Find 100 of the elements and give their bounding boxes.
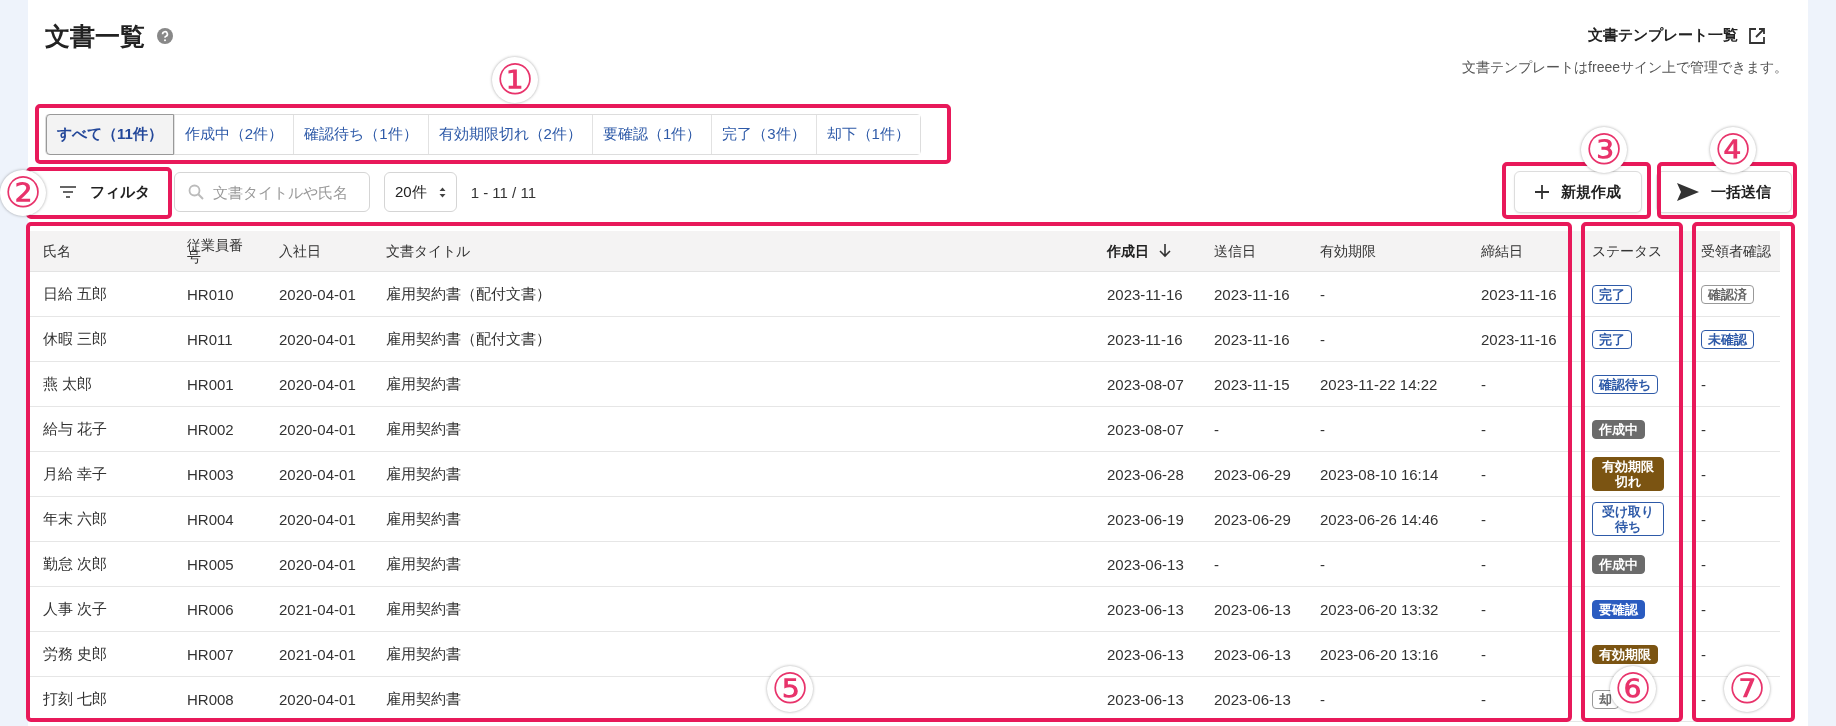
table-cell: 雇用契約書: [386, 374, 461, 394]
table-cell: -: [1481, 420, 1486, 438]
table-cell: 2023-06-13: [1214, 600, 1291, 618]
table-cell: 2023-06-20 13:16: [1320, 645, 1439, 663]
column-header[interactable]: 文書タイトル: [386, 244, 470, 258]
table-cell: 雇用契約書: [386, 644, 461, 664]
table-cell: 2023-06-28: [1107, 465, 1184, 483]
table-cell: 2023-08-07: [1107, 420, 1184, 438]
table-cell: 月給 幸子: [43, 464, 108, 484]
table-cell: 2023-08-07: [1107, 375, 1184, 393]
table-cell: HR003: [187, 465, 234, 483]
table-cell: 勤怠 次郎: [43, 554, 108, 574]
table-cell: HR011: [187, 330, 233, 348]
new-document-button[interactable]: 新規作成: [1514, 171, 1642, 213]
table-cell: HR010: [187, 285, 234, 303]
table-cell: 2020-04-01: [279, 330, 356, 348]
receipt-badge: 未確認: [1701, 329, 1754, 349]
table-cell: -: [1701, 420, 1706, 438]
search-field[interactable]: 文書タイトルや氏名: [174, 172, 370, 212]
table-cell: 燕 太郎: [43, 374, 93, 394]
page-range: 1 - 11 / 11: [470, 183, 536, 201]
external-link-icon: [1748, 26, 1766, 45]
table-cell: 雇用契約書: [386, 599, 461, 619]
column-header[interactable]: 送信日: [1214, 244, 1256, 258]
table-cell: HR007: [187, 645, 234, 663]
table-cell: 打刻 七郎: [43, 689, 108, 709]
table-cell: -: [1701, 510, 1706, 528]
filter-tab[interactable]: 却下（1件）: [815, 115, 920, 154]
table-cell: 給与 花子: [43, 419, 108, 439]
table-cell: 2021-04-01: [279, 645, 356, 663]
table-cell: HR008: [187, 690, 234, 708]
table-cell: 2023-06-13: [1107, 555, 1184, 573]
filter-icon: [60, 186, 76, 198]
status-badge: 確認待ち: [1592, 374, 1658, 394]
table-cell: -: [1481, 600, 1486, 618]
table-cell: 労務 史郎: [43, 644, 108, 664]
table-cell: 2023-06-19: [1107, 510, 1184, 528]
table-cell: 2023-06-13: [1107, 645, 1184, 663]
table-cell: 2023-06-13: [1107, 600, 1184, 618]
status-badge: 有効期限: [1592, 644, 1658, 664]
column-header[interactable]: 作成日: [1107, 244, 1149, 258]
sort-arrow-icon: [1159, 244, 1171, 258]
table-cell: 2023-06-29: [1214, 465, 1291, 483]
table-cell: -: [1481, 555, 1486, 573]
table-cell: 2023-11-16: [1481, 285, 1557, 303]
table-cell: -: [1701, 555, 1706, 573]
help-icon: [157, 28, 173, 44]
table-cell: 2020-04-01: [279, 690, 356, 708]
table-cell: HR004: [187, 510, 234, 528]
receipt-badge: 確認済: [1701, 284, 1754, 304]
plus-icon: [1535, 185, 1549, 199]
status-badge: 作成中: [1592, 419, 1645, 439]
filter-tab[interactable]: すべて（11件）: [46, 114, 174, 155]
table-cell: 2020-04-01: [279, 285, 356, 303]
table-cell: 2023-06-29: [1214, 510, 1291, 528]
column-header[interactable]: 入社日: [279, 244, 321, 258]
table-cell: -: [1320, 330, 1325, 348]
table-cell: 2023-11-15: [1214, 375, 1290, 393]
bulk-send-button[interactable]: 一括送信: [1656, 171, 1792, 213]
table-cell: -: [1481, 375, 1486, 393]
table-cell: 2020-04-01: [279, 555, 356, 573]
table-cell: 年末 六郎: [43, 509, 108, 529]
table-cell: 雇用契約書: [386, 554, 461, 574]
callout-number: ②: [0, 170, 46, 216]
status-badge: 作成中: [1592, 554, 1645, 574]
table-cell: 2023-08-10 16:14: [1320, 465, 1439, 483]
table-cell: 2023-11-16: [1214, 285, 1290, 303]
table-cell: 2023-11-16: [1107, 285, 1183, 303]
send-icon: [1677, 183, 1699, 201]
table-cell: -: [1214, 420, 1219, 438]
status-badge: 有効期限切れ: [1592, 457, 1664, 491]
table-cell: -: [1320, 690, 1325, 708]
select-caret-icon: [438, 186, 446, 198]
template-list-link[interactable]: 文書テンプレート一覧: [1588, 26, 1738, 45]
table-cell: -: [1481, 510, 1486, 528]
table-cell: 雇用契約書: [386, 509, 461, 529]
table-cell: 2023-06-13: [1107, 690, 1184, 708]
template-note: 文書テンプレートはfreeeサイン上で管理できます。: [1462, 59, 1788, 77]
table-cell: HR006: [187, 600, 234, 618]
table-cell: 2020-04-01: [279, 375, 356, 393]
table-cell: 人事 次子: [43, 599, 108, 619]
status-badge: 完了: [1592, 284, 1632, 304]
table-cell: 2020-04-01: [279, 465, 356, 483]
column-header[interactable]: 有効期限: [1320, 244, 1376, 258]
table-cell: -: [1214, 555, 1219, 573]
table-cell: 雇用契約書: [386, 689, 461, 709]
table-cell: 2020-04-01: [279, 510, 356, 528]
table-cell: 雇用契約書: [386, 419, 461, 439]
table-cell: -: [1701, 645, 1706, 663]
search-icon: [188, 184, 204, 200]
column-header[interactable]: 締結日: [1481, 244, 1523, 258]
table-cell: -: [1701, 690, 1706, 708]
table-cell: HR005: [187, 555, 234, 573]
page-size-select[interactable]: 20件: [384, 172, 457, 212]
table-cell: -: [1320, 555, 1325, 573]
table-cell: -: [1481, 690, 1486, 708]
table-cell: 2023-06-26 14:46: [1320, 510, 1439, 528]
table-cell: 日給 五郎: [43, 284, 108, 304]
column-header[interactable]: 氏名: [43, 244, 71, 258]
table-cell: 2023-11-16: [1481, 330, 1557, 348]
